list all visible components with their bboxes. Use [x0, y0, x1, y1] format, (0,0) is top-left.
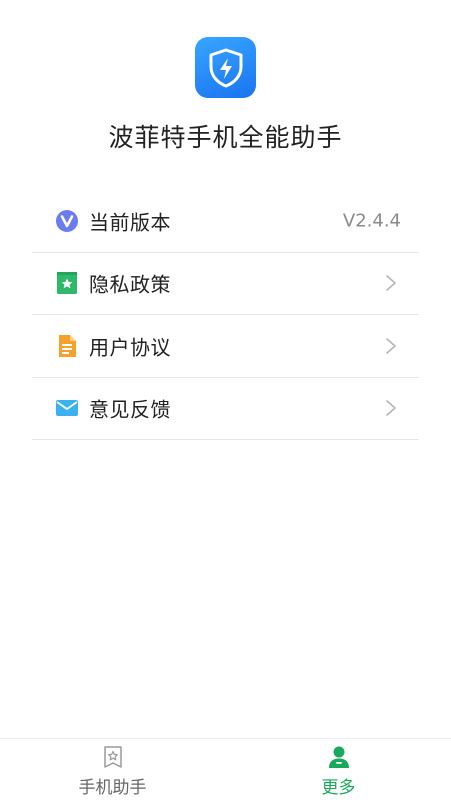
mail-icon — [55, 396, 79, 420]
chevron-right-icon — [386, 400, 396, 417]
bookmark-icon — [55, 271, 79, 295]
tab-phone-assistant[interactable]: 手机助手 — [0, 739, 225, 800]
tab-more[interactable]: 更多 — [226, 739, 451, 800]
app-title: 波菲特手机全能助手 — [108, 123, 343, 152]
menu-item-label: 隐私政策 — [89, 272, 171, 297]
menu-item-label: 当前版本 — [89, 210, 171, 235]
bookmark-star-icon — [103, 746, 122, 768]
app-header: 波菲特手机全能助手 — [0, 0, 451, 185]
menu-item-version[interactable]: 当前版本 V2.4.4 — [32, 190, 419, 253]
user-icon — [328, 746, 349, 768]
chevron-right-icon — [386, 337, 396, 354]
bottom-tab-bar: 手机助手 更多 — [0, 738, 451, 800]
settings-menu: 当前版本 V2.4.4 隐私政策 用户协议 意见反馈 — [32, 190, 419, 440]
menu-item-feedback[interactable]: 意见反馈 — [32, 378, 419, 440]
version-value: V2.4.4 — [342, 210, 401, 232]
app-logo — [195, 37, 256, 98]
about-page: 波菲特手机全能助手 当前版本 V2.4.4 隐私政策 用户协议 意见反馈 手机助… — [0, 0, 451, 800]
menu-item-label: 意见反馈 — [89, 397, 171, 422]
tab-label: 手机助手 — [78, 778, 147, 798]
shield-lightning-icon — [209, 48, 242, 87]
menu-item-privacy-policy[interactable]: 隐私政策 — [32, 253, 419, 315]
menu-item-label: 用户协议 — [89, 335, 171, 360]
tab-label: 更多 — [321, 778, 356, 798]
chevron-right-icon — [386, 275, 396, 292]
menu-item-user-agreement[interactable]: 用户协议 — [32, 315, 419, 378]
document-icon — [55, 334, 79, 358]
v-badge-icon — [55, 209, 79, 233]
